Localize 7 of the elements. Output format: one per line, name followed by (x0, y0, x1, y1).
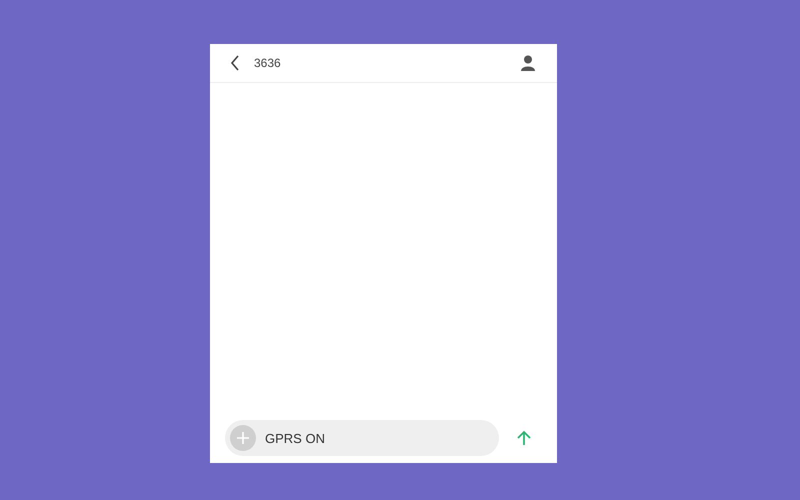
contact-icon[interactable] (521, 55, 535, 71)
contact-name: 3636 (254, 55, 281, 72)
message-field[interactable]: GPRS ON (225, 420, 499, 456)
send-button[interactable] (517, 430, 531, 446)
plus-icon (236, 431, 250, 445)
back-icon[interactable] (230, 55, 240, 71)
arrow-up-icon (517, 430, 531, 446)
